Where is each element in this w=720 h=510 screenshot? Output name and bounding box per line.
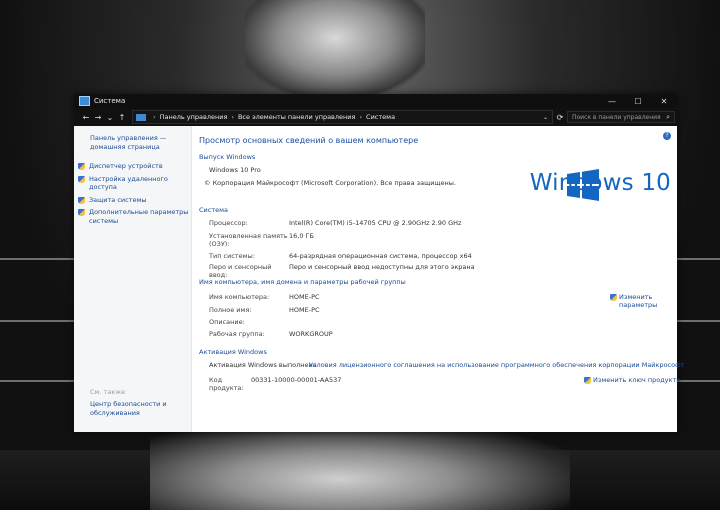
chevron-down-icon[interactable]: ⌄ [543, 114, 548, 121]
license-terms-link[interactable]: Условия лицензионного соглашения на испо… [309, 361, 684, 369]
up-button[interactable]: ↑ [116, 113, 128, 122]
shield-icon [610, 294, 617, 301]
search-placeholder: Поиск в панели управления [572, 113, 661, 121]
activation-section-title: Активация Windows [199, 348, 267, 356]
breadcrumb-control-panel[interactable]: Панель управления [160, 113, 228, 121]
edition-section-title: Выпуск Windows [199, 153, 256, 161]
maximize-button[interactable]: ☐ [625, 94, 651, 108]
info-row-ram: Установленная память (ОЗУ): 16,0 ГБ [209, 232, 314, 248]
info-label: Тип системы: [209, 252, 255, 260]
info-label: Имя компьютера: [209, 293, 270, 301]
photo-boxer-top [245, 0, 425, 95]
breadcrumb-separator: › [231, 113, 234, 121]
window-controls: — ☐ ✕ [599, 94, 677, 108]
search-input[interactable]: Поиск в панели управления ⌕ [567, 111, 675, 123]
window-title: Система [94, 97, 126, 105]
product-id-value: 00331-10000-00001-AA537 [251, 376, 342, 384]
sidebar-item-label: Настройка удаленного доступа [89, 174, 168, 192]
activation-status: Активация Windows выполнена [209, 361, 317, 369]
info-value: 64-разрядная операционная система, проце… [289, 252, 472, 260]
sidebar-item-label: Диспетчер устройств [89, 162, 163, 170]
info-label: Установленная память (ОЗУ): [209, 232, 288, 248]
breadcrumb[interactable]: › Панель управления › Все элементы панел… [132, 110, 553, 124]
help-button[interactable]: ? [663, 132, 671, 140]
info-value: Перо и сенсорный ввод недоступны для это… [289, 263, 475, 271]
search-icon: ⌕ [666, 112, 670, 121]
title-bar: Система — ☐ ✕ [74, 94, 677, 108]
info-label: Перо и сенсорный ввод: [209, 263, 272, 279]
computer-section-title: Имя компьютера, имя домена и параметры р… [199, 278, 406, 286]
info-value: 16,0 ГБ [289, 232, 314, 240]
system-window: Система — ☐ ✕ ← → ⌄ ↑ › Панель управлени… [74, 94, 684, 432]
info-row-system-type: Тип системы: 64-разрядная операционная с… [209, 252, 472, 260]
info-label: Описание: [209, 318, 245, 326]
forward-button[interactable]: → [92, 113, 104, 122]
shield-icon [78, 196, 85, 204]
edition-name: Windows 10 Pro [209, 166, 261, 174]
window-body: Панель управления — домашняя страница Ди… [74, 126, 684, 432]
sidebar-item-remote-settings[interactable]: Настройка удаленного доступа [74, 173, 191, 194]
see-also-heading: См. также [90, 388, 126, 396]
breadcrumb-separator: › [153, 113, 156, 121]
sidebar-item-system-protection[interactable]: Защита системы [74, 194, 191, 207]
back-button[interactable]: ← [80, 113, 92, 122]
change-product-key-label: Изменить ключ продукта [593, 376, 681, 384]
recent-locations-button[interactable]: ⌄ [104, 113, 116, 122]
info-row-processor: Процессор: Intel(R) Core(TM) i5-14705 CP… [209, 219, 461, 227]
close-button[interactable]: ✕ [651, 94, 677, 108]
windows-10-wordmark: Windows 10 [529, 170, 671, 196]
info-label: Рабочая группа: [209, 330, 265, 338]
product-id-row: Код продукта: 00331-10000-00001-AA537 [209, 376, 341, 392]
info-value: HOME-PC [289, 293, 320, 301]
photo-boxer-bottom [150, 425, 570, 510]
sidebar-item-device-manager[interactable]: Диспетчер устройств [74, 160, 191, 173]
shield-icon [78, 163, 85, 170]
address-bar: ← → ⌄ ↑ › Панель управления › Все элемен… [74, 108, 677, 126]
page-title: Просмотр основных сведений о вашем компь… [199, 136, 419, 145]
info-label: Процессор: [209, 219, 248, 227]
change-product-key-link[interactable]: Изменить ключ продукта [584, 376, 680, 384]
info-value: WORKGROUP [289, 330, 333, 338]
minimize-button[interactable]: — [599, 94, 625, 108]
sidebar-links: Диспетчер устройств Настройка удаленного… [74, 160, 191, 227]
info-value: Intel(R) Core(TM) i5-14705 CPU @ 2.90GHz… [289, 219, 462, 227]
change-settings-link[interactable]: Изменить параметры [610, 293, 672, 309]
computer-icon [79, 96, 90, 106]
breadcrumb-system[interactable]: Система [366, 113, 395, 121]
control-panel-home-link[interactable]: Панель управления — домашняя страница [74, 126, 191, 152]
info-row-computer-name: Имя компьютера: HOME-PC [209, 293, 320, 301]
breadcrumb-all-items[interactable]: Все элементы панели управления [238, 113, 355, 121]
control-panel-icon [136, 113, 146, 121]
info-row-workgroup: Рабочая группа: WORKGROUP [209, 330, 333, 338]
info-row-pen-touch: Перо и сенсорный ввод: Перо и сенсорный … [209, 263, 475, 279]
shield-icon [78, 175, 85, 183]
security-center-link[interactable]: Центр безопасности и обслуживания [90, 400, 191, 418]
main-content: ? Просмотр основных сведений о вашем ком… [192, 126, 684, 432]
sidebar: Панель управления — домашняя страница Ди… [74, 126, 192, 432]
refresh-button[interactable]: ⟳ [553, 113, 567, 122]
sidebar-item-advanced-settings[interactable]: Дополнительные параметры системы [74, 206, 191, 227]
info-label: Полное имя: [209, 306, 252, 314]
shield-icon [78, 209, 85, 216]
system-section-title: Система [199, 206, 229, 214]
shield-icon [584, 377, 591, 384]
sidebar-item-label: Дополнительные параметры системы [89, 208, 189, 225]
info-row-description: Описание: [209, 318, 289, 326]
info-row-full-name: Полное имя: HOME-PC [209, 306, 320, 314]
breadcrumb-separator: › [359, 113, 363, 121]
change-settings-label: Изменить параметры [619, 293, 658, 309]
product-id-label: Код продукта: [209, 376, 244, 392]
info-value: HOME-PC [289, 306, 320, 314]
copyright-text: © Корпорация Майкрософт (Microsoft Corpo… [204, 179, 456, 187]
sidebar-item-label: Защита системы [89, 195, 147, 204]
